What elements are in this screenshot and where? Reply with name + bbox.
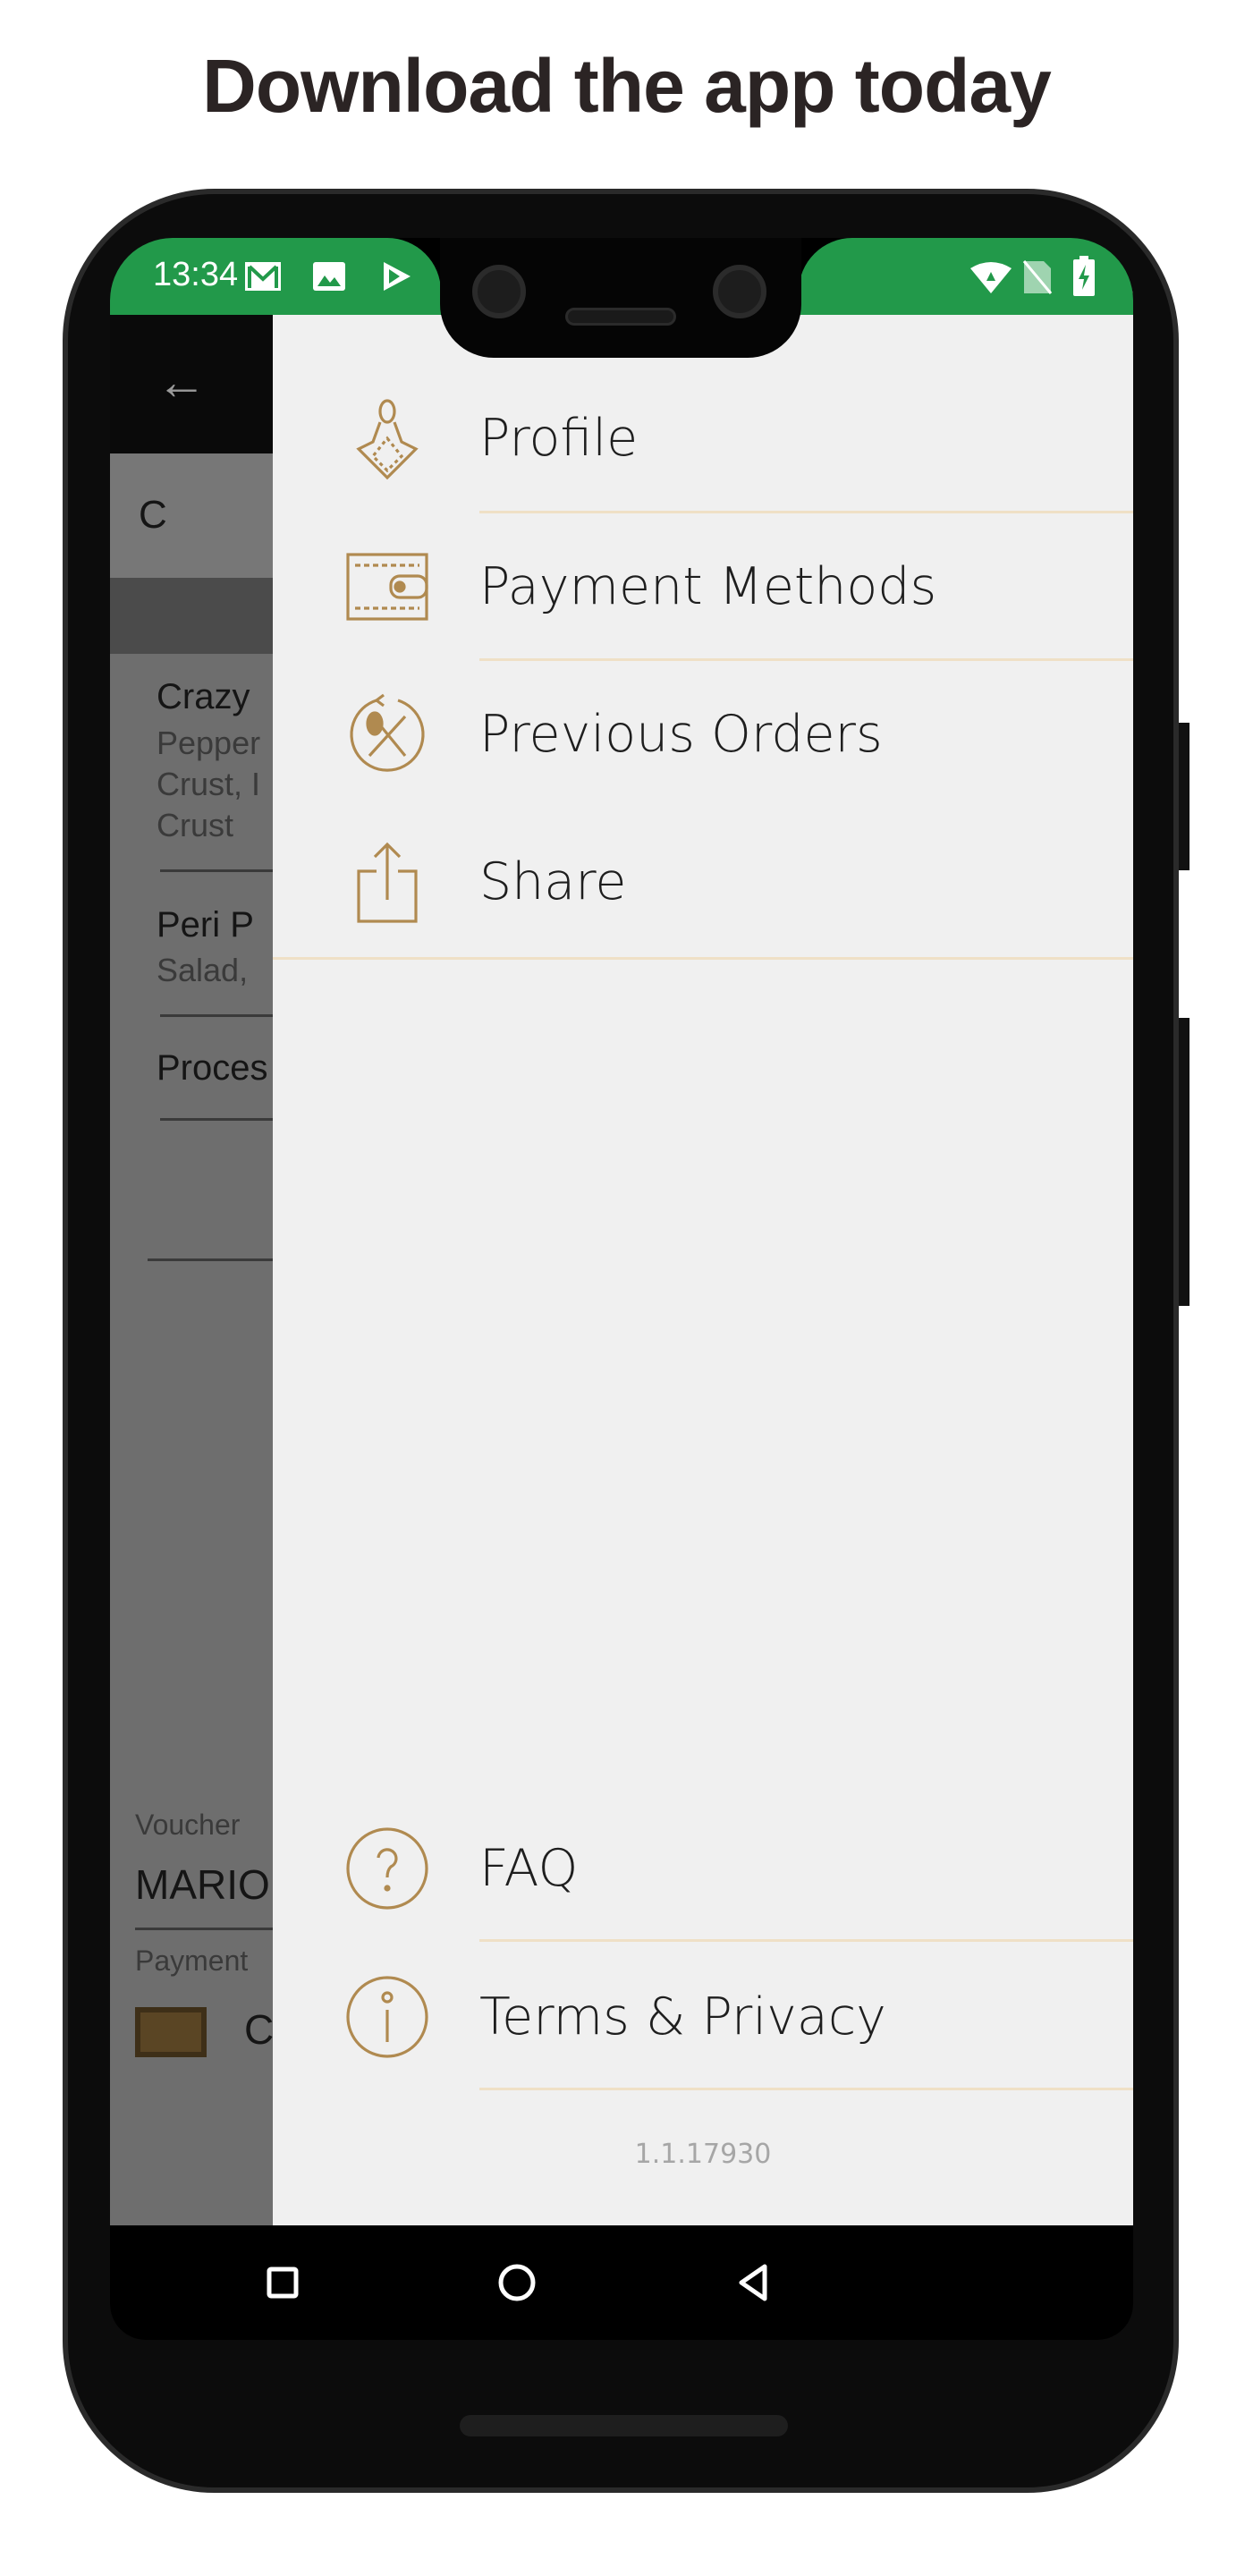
image-icon xyxy=(313,262,345,291)
drawer-item-label: Payment Methods xyxy=(479,556,937,616)
order-item-title: Peri P xyxy=(157,905,254,945)
voucher-value: MARIO xyxy=(135,1861,270,1908)
wallet-icon xyxy=(346,552,428,621)
share-icon xyxy=(357,842,418,923)
order-item-detail: Salad, xyxy=(157,952,249,988)
tab-label: C xyxy=(139,493,167,537)
drawer-item-payment-methods[interactable]: Payment Methods xyxy=(273,513,1133,660)
drawer-item-label: Share xyxy=(479,852,627,911)
bottom-speaker xyxy=(460,2415,788,2436)
drawer-item-label: Previous Orders xyxy=(479,704,883,764)
power-button xyxy=(1179,723,1190,870)
order-item-title: Proces xyxy=(157,1048,268,1088)
front-camera xyxy=(713,265,766,318)
front-camera xyxy=(472,265,526,318)
wifi-icon xyxy=(970,262,1012,293)
status-bar-right xyxy=(799,238,1133,315)
cash-icon xyxy=(135,2007,207,2057)
back-arrow-icon[interactable]: ← xyxy=(157,352,207,411)
previous-orders-icon xyxy=(350,693,425,772)
drawer-item-profile[interactable]: Profile xyxy=(273,364,1133,512)
play-store-icon xyxy=(384,262,411,291)
gmail-icon xyxy=(245,262,281,291)
order-item-detail: Crust, I xyxy=(157,766,261,802)
drawer-item-faq[interactable]: FAQ xyxy=(273,1794,1133,1942)
voucher-label: Voucher xyxy=(135,1809,241,1841)
back-triangle-icon[interactable] xyxy=(727,2256,781,2309)
no-sim-icon xyxy=(1022,260,1053,294)
order-item-detail: Pepper xyxy=(157,724,261,761)
status-time: 13:34 xyxy=(153,256,239,293)
battery-charging-icon xyxy=(1073,256,1095,296)
phone-screen: ← C Crazy Pepper Crust, I Crust Peri P S… xyxy=(110,238,1133,2340)
divider xyxy=(479,1939,1133,1942)
payment-value: C xyxy=(244,2006,275,2053)
drawer-item-terms-privacy[interactable]: Terms & Privacy xyxy=(273,1943,1133,2090)
android-nav-bar xyxy=(110,2225,1133,2340)
volume-button xyxy=(1179,1018,1190,1306)
status-bar-left: 13:34 xyxy=(110,238,441,315)
order-item-detail: Crust xyxy=(157,807,234,843)
earpiece xyxy=(565,308,676,326)
payment-label: Payment xyxy=(135,1945,249,1977)
drawer-item-label: Terms & Privacy xyxy=(479,1987,886,2046)
profile-icon xyxy=(356,398,419,479)
info-icon xyxy=(346,1975,428,2058)
drawer-item-label: FAQ xyxy=(479,1838,579,1898)
drawer-item-previous-orders[interactable]: Previous Orders xyxy=(273,660,1133,808)
camera-notch xyxy=(440,238,801,358)
order-item-title: Crazy xyxy=(157,677,250,716)
app-version: 1.1.17930 xyxy=(634,2139,772,2170)
recents-square-icon[interactable] xyxy=(256,2256,309,2309)
drawer-item-share[interactable]: Share xyxy=(273,808,1133,955)
divider xyxy=(273,957,1133,960)
drawer-item-label: Profile xyxy=(479,408,639,468)
question-icon xyxy=(346,1826,428,1910)
navigation-drawer: Profile Payment Methods Previous Orders … xyxy=(273,291,1133,2225)
headline: Download the app today xyxy=(202,44,1052,128)
home-circle-icon[interactable] xyxy=(490,2256,544,2309)
divider xyxy=(479,2088,1133,2090)
